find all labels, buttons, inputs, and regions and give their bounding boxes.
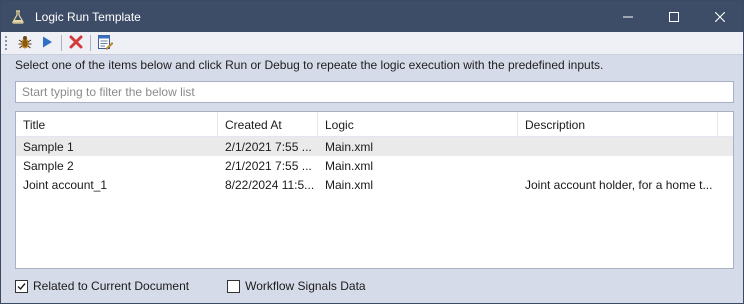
column-header-created-at[interactable]: Created At [218,112,318,137]
row-description [518,137,718,156]
maximize-button[interactable] [651,1,697,32]
edit-document-icon [97,34,114,53]
row-created-at: 8/22/2024 11:5... [225,177,315,192]
column-header-description[interactable]: Description [518,112,718,137]
toolbar-grip[interactable] [5,36,8,50]
run-play-icon [40,35,54,52]
logic-run-template-window: Logic Run Template Select one of the ite… [0,0,744,304]
checkbox-label: Related to Current Document [33,279,190,293]
row-title: Sample 1 [23,139,74,154]
row-logic: Main.xml [325,139,374,154]
list-row[interactable]: Joint account_1 8/22/2024 11:5... Main.x… [16,175,733,194]
template-list[interactable]: Title Created At Logic Description Sampl… [15,111,734,269]
row-title: Joint account_1 [23,177,108,192]
row-logic: Main.xml [325,177,374,192]
filter-input[interactable] [15,81,734,103]
workflow-signals-data-checkbox[interactable]: Workflow Signals Data [227,279,366,293]
window-title: Logic Run Template [35,9,141,24]
row-description: Joint account holder, for a home t... [525,177,713,192]
edit-button[interactable] [94,33,116,53]
instruction-text: Select one of the items below and click … [15,58,604,72]
column-header-title[interactable]: Title [16,112,218,137]
debug-button[interactable] [14,33,36,53]
window-controls [605,1,743,32]
list-row[interactable]: Sample 2 2/1/2021 7:55 ... Main.xml [16,156,733,175]
toolbar-separator [61,35,62,51]
row-created-at: 2/1/2021 7:55 ... [225,139,312,154]
flask-icon [11,9,25,24]
delete-button[interactable] [65,33,87,53]
toolbar-separator [90,35,91,51]
debug-bug-icon [17,34,33,53]
column-header-logic[interactable]: Logic [318,112,518,137]
list-header: Title Created At Logic Description [16,112,733,137]
related-to-current-document-checkbox[interactable]: Related to Current Document [15,279,189,293]
title-bar[interactable]: Logic Run Template [1,1,743,32]
minimize-button[interactable] [605,1,651,32]
row-description [518,156,718,175]
close-button[interactable] [697,1,743,32]
delete-x-icon [69,35,83,52]
checkbox-label: Workflow Signals Data [245,279,366,293]
list-row[interactable]: Sample 1 2/1/2021 7:55 ... Main.xml [16,137,733,156]
toolbar [1,32,743,55]
checkbox-unchecked-icon [227,279,241,293]
run-button[interactable] [36,33,58,53]
row-logic: Main.xml [325,158,374,173]
footer-options: Related to Current Document Workflow Sig… [15,279,404,293]
checkbox-checked-icon [15,279,28,293]
row-title: Sample 2 [23,158,74,173]
row-created-at: 2/1/2021 7:55 ... [225,158,312,173]
